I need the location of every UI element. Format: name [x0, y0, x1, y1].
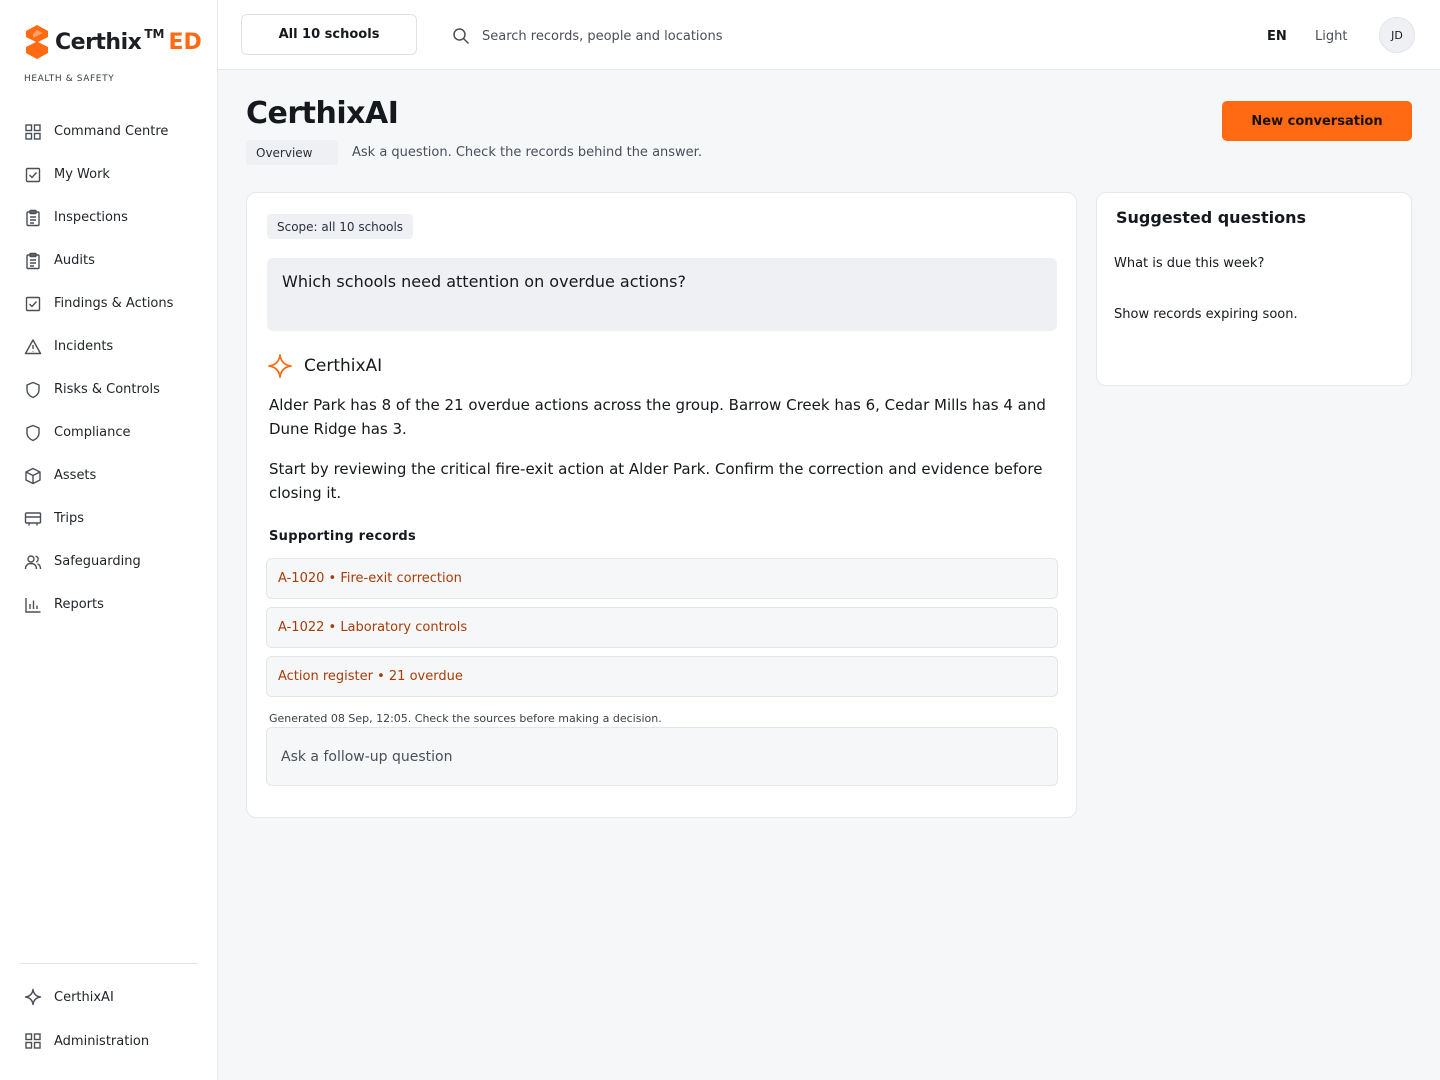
brand-logo[interactable]: Certhix TM ED: [24, 24, 202, 60]
sidebar: Certhix TM ED HEALTH & SAFETY Command Ce…: [0, 0, 218, 1080]
sidebar-item-audits[interactable]: Audits: [24, 239, 204, 282]
warning-icon: [24, 338, 42, 354]
sidebar-item-label: Trips: [54, 511, 85, 526]
checkbox-icon: [25, 296, 41, 311]
shield-icon: [26, 424, 40, 441]
shield-icon: [26, 381, 40, 398]
sidebar-item-label: Audits: [54, 253, 95, 268]
sidebar-item-compliance[interactable]: Compliance: [24, 411, 204, 454]
user-question: Which schools need attention on overdue …: [267, 258, 1057, 331]
sidebar-item-certhixai[interactable]: CerthixAI: [24, 975, 204, 1019]
assistant-header: CerthixAI: [267, 353, 382, 379]
bus-icon: [24, 511, 42, 525]
sidebar-item-label: Incidents: [54, 339, 114, 354]
logo-mark-icon: [26, 25, 48, 59]
sidebar-item-command-centre[interactable]: Command Centre: [24, 110, 204, 153]
clipboard-icon: [26, 209, 40, 226]
sparkle-icon: [24, 988, 42, 1006]
assistant-answer: Alder Park has 8 of the 21 overdue actio…: [269, 393, 1069, 521]
supporting-record-link[interactable]: Action register • 21 overdue: [266, 656, 1058, 697]
answer-paragraph: Alder Park has 8 of the 21 overdue actio…: [269, 396, 1046, 438]
sidebar-item-label: Safeguarding: [54, 554, 141, 569]
clipboard-icon: [26, 252, 40, 269]
grid-icon: [25, 1033, 41, 1049]
supporting-record-link[interactable]: A-1022 • Laboratory controls: [266, 607, 1058, 648]
new-conversation-button[interactable]: New conversation: [1222, 101, 1412, 141]
users-icon: [24, 554, 42, 569]
tab-overview[interactable]: Overview: [246, 140, 338, 165]
sidebar-item-label: CerthixAI: [54, 989, 114, 1005]
suggested-questions-card: Suggested questions What is due this wee…: [1096, 192, 1412, 386]
sidebar-item-assets[interactable]: Assets: [24, 454, 204, 497]
brand-suffix: ED: [168, 29, 202, 55]
followup-input[interactable]: [266, 727, 1058, 786]
theme-toggle[interactable]: Light: [1315, 29, 1347, 44]
sidebar-item-risks-controls[interactable]: Risks & Controls: [24, 368, 204, 411]
sidebar-item-label: Inspections: [54, 210, 128, 225]
cube-icon: [25, 467, 41, 484]
search-input[interactable]: [482, 28, 962, 44]
bottom-nav: CerthixAI Administration: [24, 975, 204, 1063]
bar-chart-icon: [25, 597, 41, 613]
main-nav: Command Centre My Work Inspections Audit…: [24, 110, 204, 626]
conversation-card: Scope: all 10 schools Which schools need…: [246, 192, 1077, 818]
sidebar-item-administration[interactable]: Administration: [24, 1019, 204, 1063]
assistant-name: CerthixAI: [304, 356, 383, 376]
brand-name: Certhix: [55, 29, 142, 55]
sidebar-item-label: Assets: [54, 468, 97, 483]
sidebar-item-findings-actions[interactable]: Findings & Actions: [24, 282, 204, 325]
supporting-record-link[interactable]: A-1020 • Fire-exit correction: [266, 558, 1058, 599]
scope-badge: Scope: all 10 schools: [267, 214, 414, 239]
supporting-records-title: Supporting records: [269, 529, 417, 544]
generated-note: Generated 08 Sep, 12:05. Check the sourc…: [269, 712, 662, 725]
global-search[interactable]: [452, 22, 972, 50]
page-title: CerthixAI: [246, 96, 399, 131]
sidebar-item-label: Risks & Controls: [54, 382, 160, 397]
language-toggle[interactable]: EN: [1267, 29, 1287, 44]
answer-paragraph: Start by reviewing the critical fire-exi…: [269, 460, 1043, 502]
brand-subtitle: HEALTH & SAFETY: [24, 74, 115, 84]
sidebar-item-label: Administration: [54, 1033, 150, 1049]
sidebar-item-label: My Work: [54, 167, 110, 182]
sidebar-item-incidents[interactable]: Incidents: [24, 325, 204, 368]
sidebar-item-reports[interactable]: Reports: [24, 583, 204, 626]
sidebar-item-label: Command Centre: [54, 124, 169, 139]
grid-icon: [25, 123, 41, 140]
sidebar-item-inspections[interactable]: Inspections: [24, 196, 204, 239]
sidebar-item-trips[interactable]: Trips: [24, 497, 204, 540]
sidebar-item-label: Findings & Actions: [54, 296, 174, 311]
school-selector[interactable]: All 10 schools: [241, 14, 417, 55]
sparkle-icon: [268, 354, 292, 378]
suggested-question[interactable]: Show records expiring soon.: [1114, 307, 1298, 322]
sidebar-item-label: Compliance: [54, 425, 131, 440]
user-avatar[interactable]: JD: [1379, 17, 1415, 53]
topbar: All 10 schools EN Light JD: [218, 0, 1440, 70]
supporting-records-list: A-1020 • Fire-exit correction A-1022 • L…: [266, 558, 1058, 705]
suggested-questions-title: Suggested questions: [1116, 208, 1306, 227]
sidebar-item-label: Reports: [54, 597, 104, 612]
search-icon: [453, 28, 470, 45]
brand-tm: TM: [144, 27, 165, 41]
sidebar-divider: [20, 963, 198, 964]
page-subtitle: Ask a question. Check the records behind…: [352, 145, 702, 160]
sidebar-item-safeguarding[interactable]: Safeguarding: [24, 540, 204, 583]
sidebar-item-my-work[interactable]: My Work: [24, 153, 204, 196]
checkbox-icon: [25, 167, 41, 182]
suggested-question[interactable]: What is due this week?: [1114, 256, 1264, 271]
